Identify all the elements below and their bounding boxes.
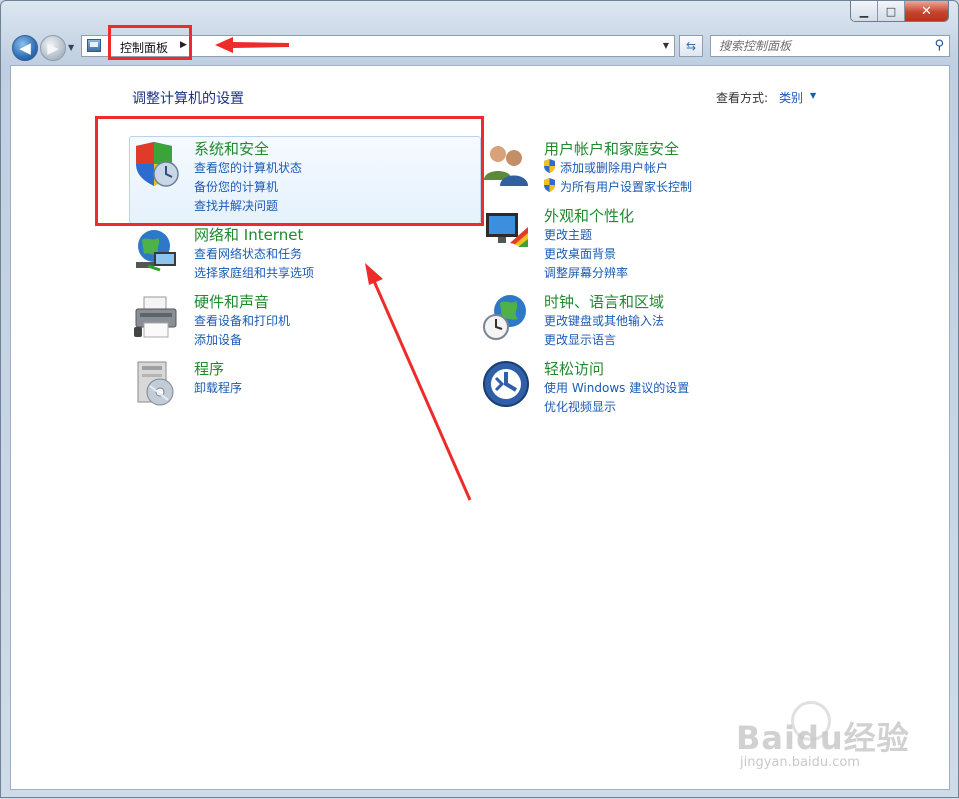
window-frame: ▁ □ ✕ ◀ ▶ ▼ › 控制面板 ▶ ▼ ⇆ ⚲ 调整计算机的设置 查看方式…	[0, 0, 959, 798]
annotation-arrows	[215, 37, 472, 501]
annotation-arrowhead-icon	[365, 263, 383, 285]
watermark-brand: Baidu经验	[736, 719, 910, 757]
watermark-url: jingyan.baidu.com	[740, 755, 860, 770]
annotation-arrow-line	[372, 280, 472, 501]
annotation-arrow-icon	[215, 37, 289, 53]
